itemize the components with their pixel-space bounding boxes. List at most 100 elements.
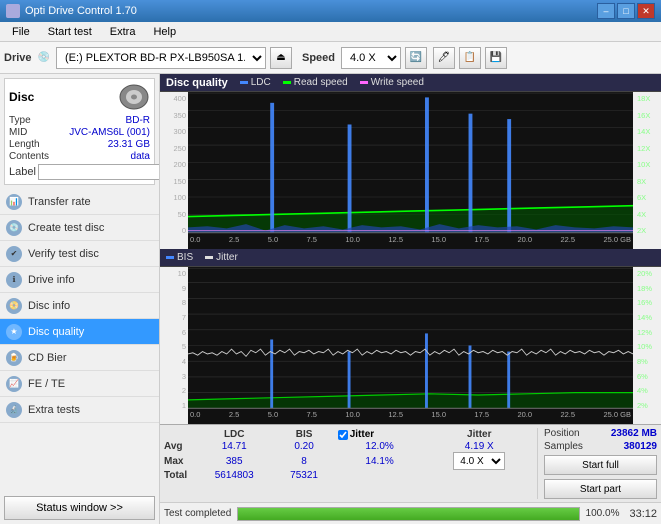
- menu-extra[interactable]: Extra: [102, 24, 144, 40]
- progress-bar-fill: [238, 508, 578, 520]
- bis-legend-label: BIS: [177, 252, 193, 263]
- bis-svg: [188, 267, 633, 424]
- sidebar-item-verify-test-disc[interactable]: ✔ Verify test disc: [0, 241, 159, 267]
- tool-btn-2[interactable]: 📋: [459, 47, 481, 69]
- sidebar-item-cd-bier[interactable]: 🍺 CD Bier: [0, 345, 159, 371]
- ldc-legend-label: LDC: [251, 77, 271, 88]
- ldc-y-axis-left: 0 50 100 150 200 250 300 350 400: [160, 92, 188, 249]
- start-full-button[interactable]: Start full: [544, 455, 657, 475]
- nav-label-transfer-rate: Transfer rate: [28, 196, 91, 208]
- menu-help[interactable]: Help: [145, 24, 184, 40]
- close-button[interactable]: ✕: [637, 3, 655, 19]
- jitter-checkbox[interactable]: [338, 430, 348, 440]
- verify-test-disc-icon: ✔: [6, 246, 22, 262]
- read-legend-label: Read speed: [294, 77, 348, 88]
- progress-label: 100.0%: [586, 508, 620, 519]
- mid-key: MID: [9, 127, 27, 138]
- time-display: 33:12: [629, 508, 657, 520]
- speed-label: Speed: [302, 52, 335, 64]
- menu-start-test[interactable]: Start test: [40, 24, 100, 40]
- sidebar-item-disc-info[interactable]: 📀 Disc info: [0, 293, 159, 319]
- content-area: Disc quality LDC Read speed Write speed …: [160, 74, 661, 524]
- toolbar: Drive 💿 (E:) PLEXTOR BD-R PX-LB950SA 1.0…: [0, 42, 661, 74]
- contents-val: data: [131, 151, 150, 162]
- extra-tests-icon: 🔬: [6, 402, 22, 418]
- disc-section-label: Disc: [9, 90, 34, 104]
- ldc-chart-body: 0 50 100 150 200 250 300 350 400: [160, 92, 661, 249]
- avg-speed: 4.19 X: [426, 441, 533, 452]
- bis-legend-dot: [166, 256, 174, 259]
- start-part-button[interactable]: Start part: [544, 479, 657, 499]
- label-input[interactable]: [38, 164, 160, 180]
- save-button[interactable]: 💾: [485, 47, 507, 69]
- nav-items: 📊 Transfer rate 💿 Create test disc ✔ Ver…: [0, 189, 159, 492]
- status-window-button[interactable]: Status window >>: [4, 496, 155, 520]
- max-ldc: 385: [194, 452, 274, 470]
- eject-button[interactable]: ⏏: [270, 47, 292, 69]
- bis-chart-plot: 0.02.55.07.510.012.515.017.520.022.525.0…: [188, 267, 633, 424]
- stats-table: LDC BIS Jitter Jitter Avg: [164, 428, 533, 481]
- drive-icon: 💿: [38, 52, 50, 63]
- type-val: BD-R: [126, 115, 150, 126]
- avg-bis: 0.20: [274, 441, 333, 452]
- sidebar-item-extra-tests[interactable]: 🔬 Extra tests: [0, 397, 159, 423]
- position-key: Position: [544, 428, 580, 439]
- drive-select[interactable]: (E:) PLEXTOR BD-R PX-LB950SA 1.06: [56, 47, 266, 69]
- length-key: Length: [9, 139, 40, 150]
- write-legend-label: Write speed: [371, 77, 424, 88]
- position-val: 23862 MB: [611, 428, 657, 439]
- disc-quality-title: Disc quality: [166, 77, 228, 89]
- nav-label-fe-te: FE / TE: [28, 378, 65, 390]
- transfer-rate-icon: 📊: [6, 194, 22, 210]
- bis-x-axis: 0.02.55.07.510.012.515.017.520.022.525.0…: [188, 410, 633, 424]
- ldc-chart-header: Disc quality LDC Read speed Write speed: [160, 74, 661, 92]
- nav-label-disc-quality: Disc quality: [28, 326, 84, 338]
- jitter-legend-dot: [205, 256, 213, 259]
- drive-label: Drive: [4, 52, 32, 64]
- max-bis: 8: [274, 452, 333, 470]
- maximize-button[interactable]: □: [617, 3, 635, 19]
- total-bis: 75321: [274, 470, 333, 481]
- refresh-button[interactable]: 🔄: [405, 47, 427, 69]
- tool-btn-1[interactable]: 🖊: [433, 47, 455, 69]
- nav-label-disc-info: Disc info: [28, 300, 70, 312]
- speed-stats-select[interactable]: 4.0 X: [453, 452, 505, 470]
- bis-chart-header: BIS Jitter: [160, 249, 661, 267]
- total-label: Total: [164, 470, 194, 481]
- sidebar-item-transfer-rate[interactable]: 📊 Transfer rate: [0, 189, 159, 215]
- progress-bar-container: [237, 507, 579, 521]
- main-layout: Disc Type BD-R MID JVC-AMS6L (001) Leng: [0, 74, 661, 524]
- max-jitter: 14.1%: [334, 452, 426, 470]
- title-bar: Opti Drive Control 1.70 – □ ✕: [0, 0, 661, 22]
- speed-select[interactable]: 4.0 X: [341, 47, 401, 69]
- bottom-bar: Test completed 100.0% 33:12: [160, 502, 661, 524]
- ldc-x-axis: 0.02.55.07.510.012.515.017.520.022.525.0…: [188, 235, 633, 249]
- samples-val: 380129: [624, 441, 657, 452]
- drive-info-icon: ℹ: [6, 272, 22, 288]
- nav-label-verify-test-disc: Verify test disc: [28, 248, 99, 260]
- bis-chart-section: BIS Jitter 1 2 3 4 5 6 7 8 9 10: [160, 249, 661, 424]
- ldc-legend-dot: [240, 81, 248, 84]
- sidebar: Disc Type BD-R MID JVC-AMS6L (001) Leng: [0, 74, 160, 524]
- sidebar-item-fe-te[interactable]: 📈 FE / TE: [0, 371, 159, 397]
- ldc-chart-plot: 0.02.55.07.510.012.515.017.520.022.525.0…: [188, 92, 633, 249]
- ldc-chart-section: Disc quality LDC Read speed Write speed …: [160, 74, 661, 249]
- nav-label-create-test-disc: Create test disc: [28, 222, 104, 234]
- menu-file[interactable]: File: [4, 24, 38, 40]
- max-label: Max: [164, 452, 194, 470]
- minimize-button[interactable]: –: [597, 3, 615, 19]
- total-ldc: 5614803: [194, 470, 274, 481]
- nav-label-drive-info: Drive info: [28, 274, 74, 286]
- length-val: 23.31 GB: [108, 139, 150, 150]
- disc-visual: [118, 83, 150, 111]
- mid-val: JVC-AMS6L (001): [69, 127, 150, 138]
- ldc-y-axis-right: 2X 4X 6X 8X 10X 12X 14X 16X 18X: [633, 92, 661, 249]
- nav-label-extra-tests: Extra tests: [28, 404, 80, 416]
- cd-bier-icon: 🍺: [6, 350, 22, 366]
- sidebar-item-create-test-disc[interactable]: 💿 Create test disc: [0, 215, 159, 241]
- sidebar-item-drive-info[interactable]: ℹ Drive info: [0, 267, 159, 293]
- sidebar-item-disc-quality[interactable]: ★ Disc quality: [0, 319, 159, 345]
- app-title: Opti Drive Control 1.70: [25, 5, 137, 17]
- label-key: Label: [9, 166, 36, 178]
- bis-y-axis-left: 1 2 3 4 5 6 7 8 9 10: [160, 267, 188, 424]
